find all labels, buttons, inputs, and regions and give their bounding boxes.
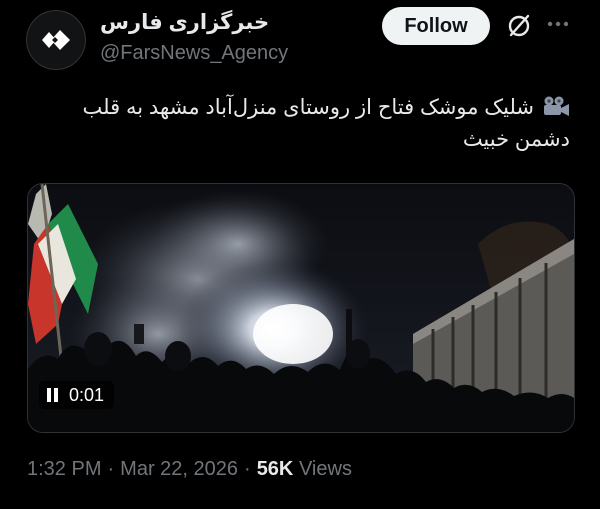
- grok-icon[interactable]: [504, 11, 534, 41]
- more-icon[interactable]: [546, 12, 570, 36]
- follow-button[interactable]: Follow: [382, 7, 490, 45]
- views-count: 56K: [256, 458, 294, 480]
- avatar[interactable]: [26, 10, 86, 70]
- views-label: Views: [298, 458, 352, 480]
- meta-separator-2: ·: [244, 458, 251, 480]
- tweet-header: خبرگزاری فارس @FarsNews_Agency Follow: [0, 0, 600, 80]
- tweet-time[interactable]: 1:32 PM: [27, 458, 101, 480]
- meta-separator: ·: [107, 458, 115, 480]
- tweet-date[interactable]: Mar 22, 2026: [120, 458, 238, 480]
- tweet-body-text: شلیک موشک فتاح از روستای منزل‌آباد مشهد …: [82, 96, 570, 151]
- display-name[interactable]: خبرگزاری فارس: [100, 10, 269, 35]
- pause-icon[interactable]: [47, 388, 59, 402]
- tweet-meta: 1:32 PM · Mar 22, 2026 · 56K Views: [27, 458, 352, 481]
- video-camera-icon: [544, 96, 569, 116]
- account-handle[interactable]: @FarsNews_Agency: [100, 42, 288, 65]
- tweet-text: شلیک موشک فتاح از روستای منزل‌آباد مشهد …: [22, 92, 570, 156]
- video-timestamp-badge[interactable]: 0:01: [39, 381, 115, 409]
- fars-logo-icon: [42, 30, 70, 50]
- video-timestamp: 0:01: [69, 384, 105, 405]
- video-player[interactable]: 0:01: [27, 183, 575, 433]
